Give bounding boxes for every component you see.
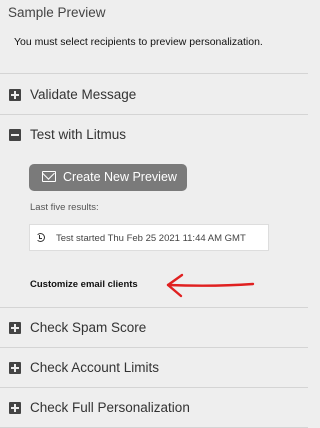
validate-message-label[interactable]: Validate Message — [30, 87, 136, 102]
result-status-text: Test started Thu Feb 25 2021 11:44 AM GM… — [56, 233, 246, 244]
expand-icon[interactable] — [9, 362, 21, 374]
expand-icon[interactable] — [9, 89, 21, 101]
preview-panel: Sample Preview You must select recipient… — [0, 0, 308, 428]
expand-icon[interactable] — [9, 402, 21, 414]
check-full-personalization-section[interactable]: Check Full Personalization — [0, 388, 308, 428]
recipients-required-message: You must select recipients to preview pe… — [14, 36, 263, 48]
create-new-preview-button[interactable]: Create New Preview — [29, 164, 187, 191]
result-item[interactable]: Test started Thu Feb 25 2021 11:44 AM GM… — [29, 224, 269, 251]
check-account-limits-section[interactable]: Check Account Limits — [0, 348, 308, 388]
last-results-label: Last five results: — [30, 202, 99, 213]
sample-preview-title: Sample Preview — [8, 5, 106, 20]
validate-message-section[interactable]: Validate Message — [0, 75, 308, 115]
sample-preview-section: Sample Preview You must select recipient… — [0, 0, 308, 74]
create-new-preview-label: Create New Preview — [63, 170, 177, 184]
test-with-litmus-label[interactable]: Test with Litmus — [30, 127, 126, 142]
history-icon — [36, 233, 45, 242]
check-spam-score-label[interactable]: Check Spam Score — [30, 320, 146, 335]
litmus-section-body: Create New Preview Last five results: Te… — [0, 155, 308, 308]
expand-icon[interactable] — [9, 322, 21, 334]
check-full-personalization-label[interactable]: Check Full Personalization — [30, 400, 190, 415]
customize-email-clients-link[interactable]: Customize email clients — [30, 279, 138, 290]
collapse-icon[interactable] — [9, 129, 21, 141]
envelope-icon — [42, 171, 56, 182]
check-spam-score-section[interactable]: Check Spam Score — [0, 308, 308, 348]
annotation-arrow-icon — [166, 273, 255, 298]
test-with-litmus-section[interactable]: Test with Litmus — [0, 115, 308, 155]
check-account-limits-label[interactable]: Check Account Limits — [30, 360, 159, 375]
